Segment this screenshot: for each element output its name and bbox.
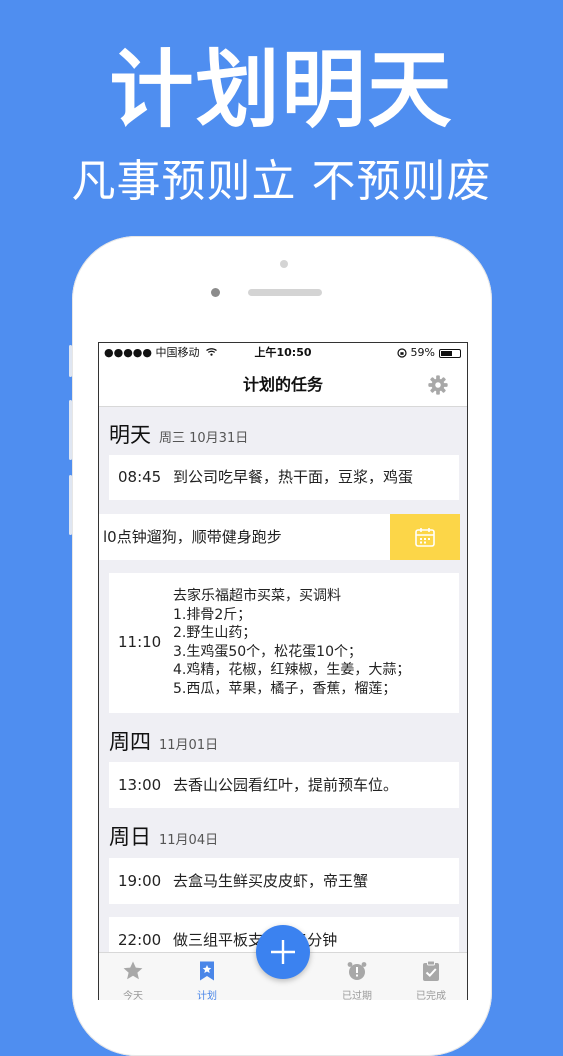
- phone-volume-up: [69, 400, 72, 460]
- hero-subtitle: 凡事预则立 不预则废: [71, 156, 492, 207]
- navigation-bar: 计划的任务: [99, 363, 467, 407]
- tab-today[interactable]: 今天: [103, 953, 163, 1000]
- rotation-lock-icon: [396, 348, 407, 358]
- section-header-sunday: 周日 11月04日: [109, 825, 219, 849]
- task-card[interactable]: 08:45 到公司吃早餐，热干面，豆浆，鸡蛋: [109, 455, 459, 500]
- status-bar: ●●●●● 中国移动 上午10:50 59%: [99, 343, 467, 363]
- hero-title: 计划明天: [109, 41, 454, 139]
- phone-volume-down: [69, 475, 72, 535]
- task-card-swiped[interactable]: l0点钟遛狗，顺带健身跑步: [99, 514, 391, 560]
- battery-percent: 59%: [410, 346, 435, 359]
- reschedule-button[interactable]: [390, 514, 460, 560]
- section-header-thursday: 周四 11月01日: [109, 730, 219, 754]
- page-title: 计划的任务: [242, 375, 323, 394]
- tab-completed[interactable]: 已完成: [401, 953, 461, 1000]
- phone-camera: [211, 288, 220, 297]
- clipboard-check-icon: [423, 960, 439, 981]
- phone-sensor: [280, 260, 288, 268]
- task-card[interactable]: 11:10 去家乐福超市买菜，买调料 1.排骨2斤； 2.野生山药； 3.生鸡蛋…: [109, 573, 459, 713]
- star-icon: [123, 961, 143, 980]
- phone-speaker: [248, 289, 322, 296]
- plus-icon: [271, 940, 295, 964]
- calendar-icon: [415, 528, 435, 547]
- battery-icon: [439, 348, 461, 358]
- bookmark-icon: [200, 961, 214, 981]
- section-header-tomorrow: 明天 周三 10月31日: [109, 423, 249, 447]
- gear-icon[interactable]: [427, 374, 449, 396]
- tab-plan[interactable]: 计划: [177, 953, 237, 1000]
- task-card[interactable]: 13:00 去香山公园看红叶，提前预车位。: [109, 762, 459, 808]
- phone-mute-switch: [69, 345, 72, 377]
- alarm-clock-icon: [347, 962, 367, 980]
- tab-expired[interactable]: 已过期: [327, 953, 387, 1000]
- task-card[interactable]: 19:00 去盒马生鲜买皮皮虾，帝王蟹: [109, 858, 459, 904]
- app-screen: ●●●●● 中国移动 上午10:50 59% 计划的任务 明天 周三 10月31…: [98, 342, 468, 1000]
- add-task-button[interactable]: [256, 925, 310, 979]
